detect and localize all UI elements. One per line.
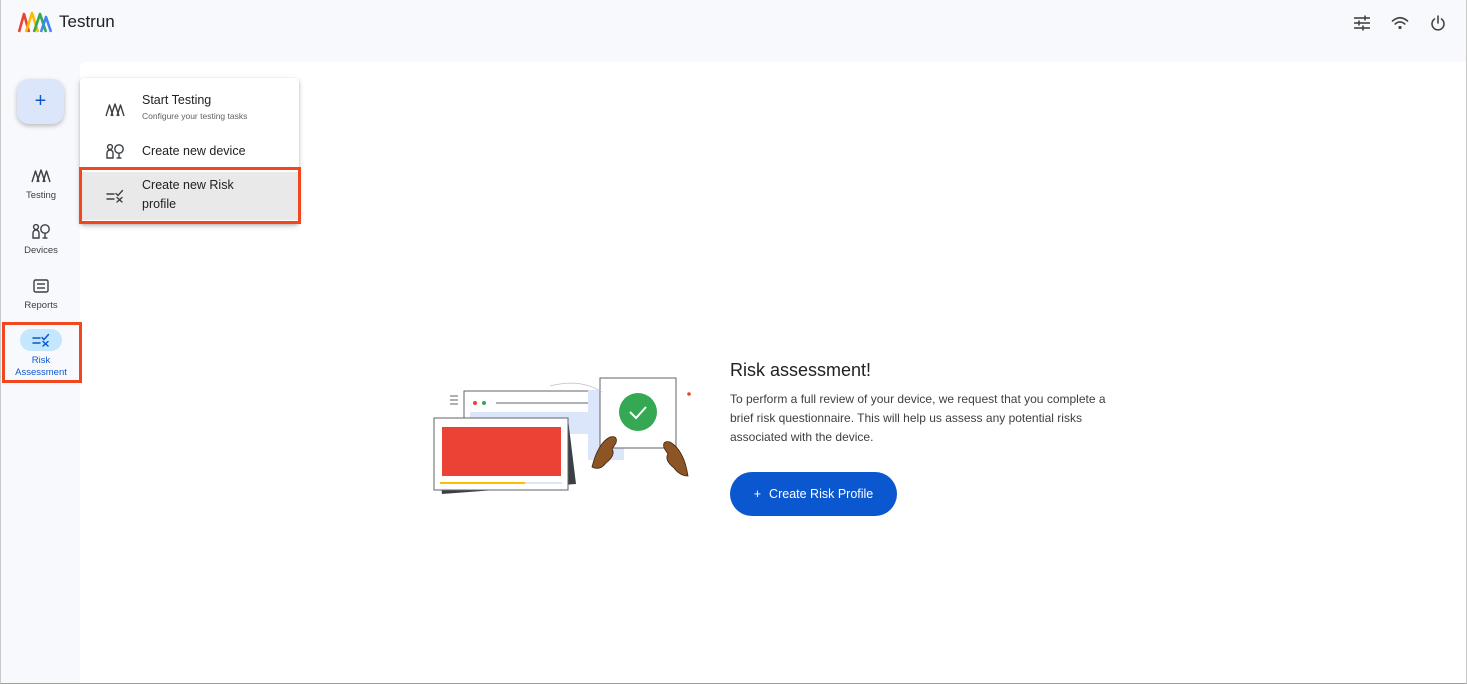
devices-icon [25, 221, 57, 241]
menu-item-create-device[interactable]: Create new device [80, 138, 299, 164]
menu-item-start-testing[interactable]: Start Testing Configure your testing tas… [80, 88, 299, 126]
menu-sub-start-testing: Configure your testing tasks [142, 111, 248, 121]
rail-label-reports: Reports [24, 300, 58, 311]
risk-assessment-title: Risk assessment! [730, 360, 872, 380]
testrun-logo [18, 11, 52, 33]
create-risk-profile-label: Create Risk Profile [769, 487, 874, 501]
tune-icon[interactable] [1347, 10, 1377, 36]
top-app-bar: Testrun [0, 0, 1467, 48]
create-risk-profile-button[interactable]: + Create Risk Profile [730, 472, 897, 516]
testing-icon [104, 102, 126, 118]
risk-assessment-illustration [433, 377, 691, 494]
reports-icon [25, 276, 57, 296]
highlight-menu-risk [79, 167, 301, 224]
plus-icon: + [753, 487, 762, 501]
testing-icon [25, 166, 57, 186]
menu-label-create-device: Create new device [142, 144, 246, 158]
devices-icon [104, 143, 126, 159]
rail-label-devices: Devices [24, 245, 58, 256]
rail-label-testing: Testing [25, 190, 57, 201]
risk-assessment-description: To perform a full review of your device,… [730, 392, 1106, 444]
rail-item-reports[interactable]: Reports [0, 276, 82, 311]
rail-item-testing[interactable]: Testing [0, 166, 82, 201]
add-fab-button[interactable]: + [17, 79, 64, 124]
highlight-rail-risk [2, 322, 82, 383]
menu-label-start-testing: Start Testing [142, 93, 212, 107]
plus-icon: + [34, 90, 47, 112]
rail-item-devices[interactable]: Devices [0, 221, 82, 256]
app-title: Testrun [59, 12, 115, 31]
power-icon[interactable] [1423, 10, 1453, 36]
wifi-icon[interactable] [1385, 10, 1415, 36]
